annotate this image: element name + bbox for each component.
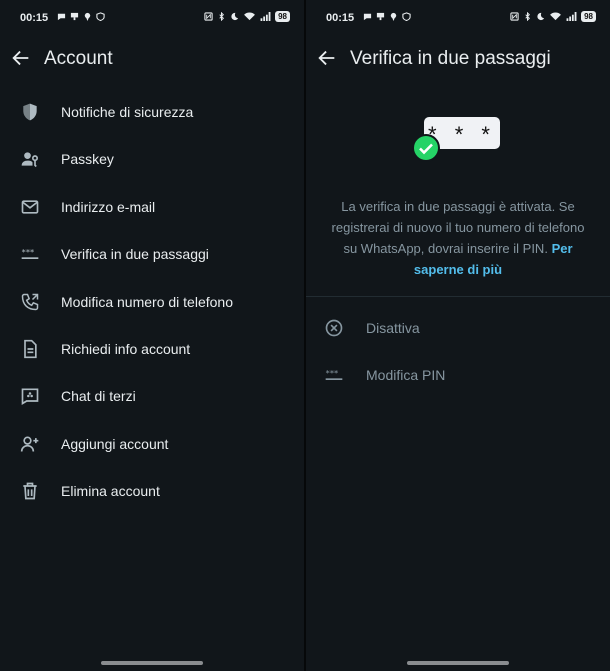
chat-notification-icon [57, 13, 66, 21]
disable-circle-x-icon [325, 319, 343, 337]
menu-item-label: Elimina account [61, 483, 160, 500]
disable-option[interactable]: Disattiva [306, 304, 610, 351]
shield-status-icon [96, 12, 105, 21]
description-text: La verifica in due passaggi è attivata. … [326, 196, 590, 280]
account-screen: 00:15 98 Account Notifiche di sicurezza … [0, 0, 304, 671]
two-step-verification-screen: 00:15 98 Verifica in due passaggi * * * … [306, 0, 610, 671]
menu-item-label: Verifica in due passaggi [61, 246, 209, 263]
status-bar: 00:15 98 [0, 0, 304, 36]
page-title: Verifica in due passaggi [350, 48, 551, 69]
status-time: 00:15 [20, 12, 49, 24]
phone-change-icon [21, 293, 39, 310]
menu-item-label: Notifiche di sicurezza [61, 104, 194, 120]
menu-item-request-info[interactable]: Richiedi info account [0, 325, 304, 372]
menu-item-label: Richiedi info account [61, 340, 191, 357]
location-icon [84, 12, 91, 21]
shield-icon [23, 103, 37, 121]
option-label: Modifica PIN [366, 367, 446, 383]
status-time: 00:15 [326, 12, 355, 24]
menu-item-email[interactable]: Indirizzo e-mail [0, 183, 304, 230]
notification-icons [57, 12, 105, 21]
pin-dots-icon: *** [21, 247, 39, 260]
flag-icon [70, 12, 79, 21]
wifi-icon [244, 12, 255, 21]
third-party-chat-icon [21, 388, 39, 406]
signal-icon [566, 12, 577, 21]
bluetooth-icon [219, 12, 225, 21]
menu-item-label: Modifica numero di telefono [61, 293, 233, 310]
battery-level: 98 [275, 11, 290, 22]
chat-notification-icon [363, 13, 372, 21]
description-body: La verifica in due passaggi è attivata. … [331, 199, 585, 256]
svg-text:***: *** [326, 368, 339, 378]
menu-item-passkey[interactable]: Passkey [0, 135, 304, 182]
menu-item-two-step[interactable]: *** Verifica in due passaggi [0, 230, 304, 277]
add-account-icon [20, 436, 39, 452]
moon-icon [537, 12, 545, 21]
back-arrow-icon[interactable] [10, 47, 32, 69]
menu-item-add-account[interactable]: Aggiungi account [0, 420, 304, 467]
location-icon [390, 12, 397, 21]
document-icon [24, 339, 37, 359]
option-label: Disattiva [366, 320, 420, 336]
status-bar: 00:15 98 [306, 0, 610, 36]
menu-item-label: Indirizzo e-mail [61, 198, 156, 215]
wifi-icon [550, 12, 561, 21]
flag-icon [376, 12, 385, 21]
check-circle-icon [412, 134, 440, 162]
back-arrow-icon[interactable] [316, 47, 338, 69]
pin-illustration: * * * [412, 112, 502, 166]
home-indicator[interactable] [101, 661, 203, 665]
menu-item-label: Aggiungi account [61, 435, 169, 452]
pin-dots-icon: *** [325, 368, 343, 380]
page-title: Account [44, 48, 113, 69]
change-pin-option[interactable]: *** Modifica PIN [306, 351, 610, 398]
svg-text:***: *** [22, 247, 35, 257]
notification-icons [363, 12, 411, 21]
nfc-icon [204, 12, 213, 21]
menu-item-change-number[interactable]: Modifica numero di telefono [0, 278, 304, 325]
system-icons: 98 [510, 11, 596, 22]
app-bar: Account [0, 36, 304, 82]
section-divider [306, 296, 610, 297]
menu-item-security-notifications[interactable]: Notifiche di sicurezza [0, 88, 304, 135]
nfc-icon [510, 12, 519, 21]
moon-icon [231, 12, 239, 21]
shield-status-icon [402, 12, 411, 21]
signal-icon [260, 12, 271, 21]
mail-icon [21, 200, 39, 214]
trash-icon [23, 482, 37, 500]
bluetooth-icon [525, 12, 531, 21]
home-indicator[interactable] [407, 661, 509, 665]
app-bar: Verifica in due passaggi [306, 36, 610, 82]
menu-item-delete-account[interactable]: Elimina account [0, 467, 304, 514]
menu-item-label: Passkey [61, 151, 114, 168]
passkey-icon [21, 152, 38, 168]
menu-item-third-party-chats[interactable]: Chat di terzi [0, 372, 304, 419]
system-icons: 98 [204, 11, 290, 22]
account-menu: Notifiche di sicurezza Passkey Indirizzo… [0, 88, 304, 515]
battery-level: 98 [581, 11, 596, 22]
menu-item-label: Chat di terzi [61, 388, 136, 405]
